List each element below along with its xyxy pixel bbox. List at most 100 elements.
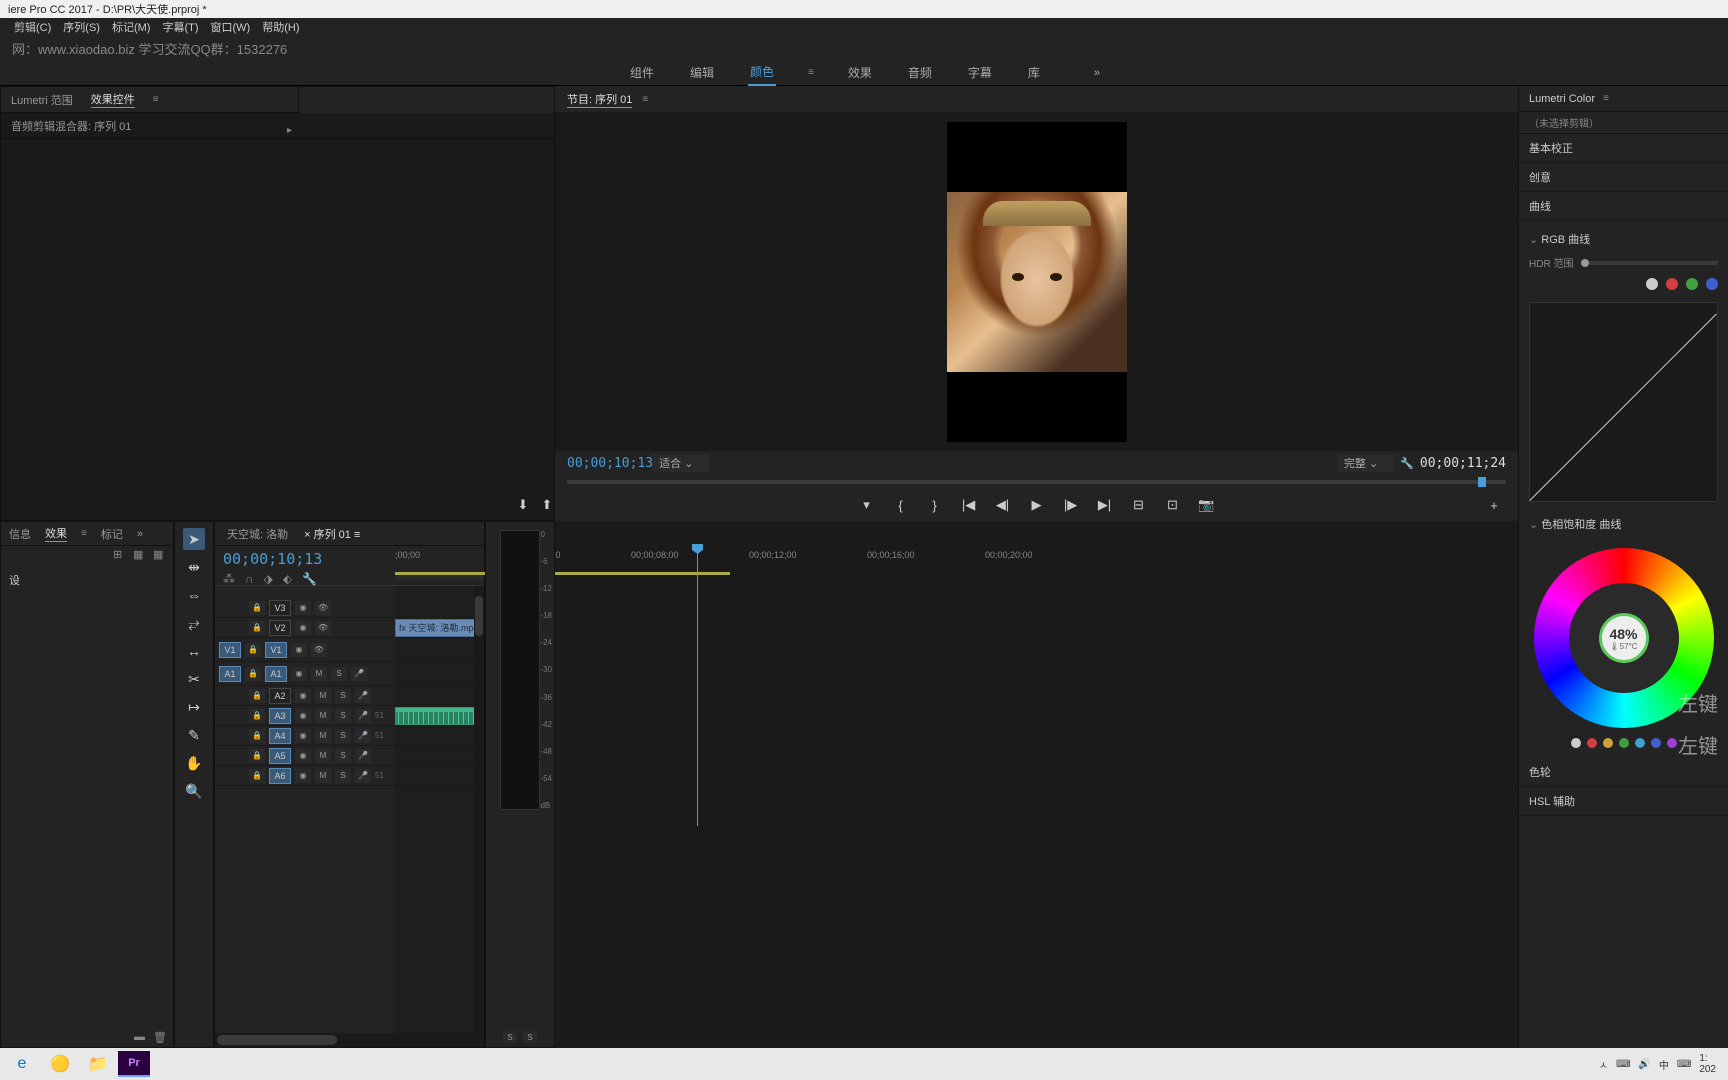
tool-rate[interactable]: ↔ bbox=[183, 640, 205, 662]
tab-overflow[interactable]: » bbox=[137, 528, 143, 540]
track-lanes[interactable]: fx 天空城: 洛勒.mp4 fx 天空城: fx 天空 fx 天空城: bbox=[395, 586, 484, 1033]
ws-menu-icon[interactable]: ≡ bbox=[808, 67, 814, 78]
section-hsl[interactable]: HSL 辅助 bbox=[1519, 787, 1728, 816]
tab-lumetri-scopes[interactable]: Lumetri 范围 bbox=[11, 92, 73, 108]
tool-razor[interactable]: ✂ bbox=[183, 668, 205, 690]
playhead[interactable] bbox=[697, 546, 698, 826]
audio-clip[interactable] bbox=[395, 707, 484, 725]
effects-root[interactable]: 设 bbox=[7, 568, 167, 592]
program-timecode[interactable]: 00;00;10;13 bbox=[567, 456, 653, 471]
tab-effect-controls[interactable]: 效果控件 bbox=[91, 91, 135, 108]
ws-overflow[interactable]: » bbox=[1094, 67, 1100, 79]
menu-marker[interactable]: 标记(M) bbox=[106, 19, 157, 35]
wrench-icon[interactable]: 🔧 bbox=[1400, 457, 1414, 470]
h-scrollbar[interactable] bbox=[217, 1035, 337, 1045]
huesat-header[interactable]: 色相饱和度 曲线 bbox=[1529, 510, 1718, 538]
taskbar-explorer[interactable]: 📁 bbox=[80, 1050, 116, 1078]
marker-icon[interactable]: ⬗ bbox=[264, 572, 273, 586]
solo-left[interactable]: S bbox=[503, 1031, 517, 1043]
tool-pen[interactable]: ✎ bbox=[183, 724, 205, 746]
program-title[interactable]: 节目: 序列 01 bbox=[567, 91, 632, 108]
yuv-icon[interactable]: ▦ bbox=[153, 548, 167, 562]
timeline-timecode[interactable]: 00;00;10;13 bbox=[223, 550, 387, 568]
mark-out-icon[interactable]: { bbox=[893, 497, 909, 513]
program-preview[interactable] bbox=[947, 122, 1127, 442]
tray-ime[interactable]: 中 bbox=[1659, 1057, 1669, 1072]
step-back-icon[interactable]: ◀| bbox=[995, 497, 1011, 513]
ws-captions[interactable]: 字幕 bbox=[966, 60, 994, 85]
quality-dropdown[interactable]: 完整 ⌄ bbox=[1338, 454, 1394, 472]
panel-menu-icon[interactable]: ≡ bbox=[153, 94, 159, 105]
tray-keyboard-icon[interactable]: ⌨ bbox=[1616, 1059, 1630, 1070]
taskbar-browser[interactable]: 🟡 bbox=[42, 1050, 78, 1078]
src-a1[interactable]: A1 bbox=[219, 666, 241, 682]
v-scrollbar[interactable] bbox=[475, 596, 483, 636]
program-scrubber[interactable] bbox=[555, 475, 1518, 489]
ws-editing[interactable]: 编辑 bbox=[688, 60, 716, 85]
go-out-icon[interactable]: ▶| bbox=[1097, 497, 1113, 513]
lift-icon[interactable]: ⊟ bbox=[1131, 497, 1147, 513]
section-curves[interactable]: 曲线 bbox=[1519, 192, 1728, 221]
src-v1[interactable]: V1 bbox=[219, 642, 241, 658]
section-creative[interactable]: 创意 bbox=[1519, 163, 1728, 192]
button-editor-icon[interactable]: + bbox=[1486, 497, 1502, 513]
rgb-curve-editor[interactable] bbox=[1529, 302, 1718, 502]
tool-rolling[interactable]: ⥂ bbox=[183, 612, 205, 634]
rgb-curves-header[interactable]: RGB 曲线 bbox=[1529, 225, 1718, 253]
mark-clip-icon[interactable]: } bbox=[927, 497, 943, 513]
new-bin-icon[interactable]: ▬ bbox=[134, 1031, 145, 1043]
taskbar-premiere[interactable]: Pr bbox=[118, 1051, 150, 1077]
toggle-v3[interactable]: ◉ bbox=[295, 601, 311, 615]
mark-in-icon[interactable]: ▾ bbox=[859, 497, 875, 513]
lock-v3[interactable]: 🔒 bbox=[249, 601, 265, 615]
section-basic[interactable]: 基本校正 bbox=[1519, 134, 1728, 163]
menu-sequence[interactable]: 序列(S) bbox=[57, 19, 106, 35]
solo-right[interactable]: S bbox=[523, 1031, 537, 1043]
settings-icon[interactable]: ⬖ bbox=[283, 572, 292, 586]
wrench-icon[interactable]: 🔧 bbox=[302, 572, 317, 586]
tray-volume-icon[interactable]: 🔊 bbox=[1638, 1059, 1650, 1070]
timeline-tab-1[interactable]: 天空城: 洛勒 bbox=[227, 526, 288, 542]
taskbar-edge[interactable]: e bbox=[4, 1050, 40, 1078]
menu-window[interactable]: 窗口(W) bbox=[205, 19, 257, 35]
step-fwd-icon[interactable]: |▶ bbox=[1063, 497, 1079, 513]
trash-icon[interactable]: 🗑 bbox=[153, 1031, 167, 1044]
insert-icon[interactable]: ⬇ bbox=[515, 497, 531, 513]
timeline-tab-active[interactable]: × 序列 01 ≡ bbox=[304, 526, 360, 542]
clip-1[interactable]: fx 天空城: 洛勒.mp4 bbox=[395, 619, 484, 637]
tool-selection[interactable]: ➤ bbox=[183, 528, 205, 550]
channel-luma[interactable] bbox=[1646, 278, 1658, 290]
play-icon[interactable]: ▶ bbox=[1029, 497, 1045, 513]
menu-title[interactable]: 字幕(T) bbox=[156, 19, 204, 35]
ws-audio[interactable]: 音频 bbox=[906, 60, 934, 85]
ws-color[interactable]: 颜色 bbox=[748, 59, 776, 86]
tray-clock[interactable]: 1:202 bbox=[1699, 1053, 1716, 1075]
expand-icon[interactable]: ▸ bbox=[287, 125, 292, 136]
folder-icon[interactable]: ▦ bbox=[133, 548, 147, 562]
tab-info[interactable]: 信息 bbox=[9, 526, 31, 542]
channel-green[interactable] bbox=[1686, 278, 1698, 290]
overwrite-icon[interactable]: ⬆ bbox=[539, 497, 555, 513]
snap-icon[interactable]: ⁂ bbox=[223, 572, 235, 586]
preset-icon[interactable]: ⊞ bbox=[113, 548, 127, 562]
channel-blue[interactable] bbox=[1706, 278, 1718, 290]
tool-ripple[interactable]: ⇔ bbox=[183, 584, 205, 606]
channel-red[interactable] bbox=[1666, 278, 1678, 290]
tool-hand[interactable]: ✋ bbox=[183, 752, 205, 774]
tool-zoom[interactable]: 🔍 bbox=[183, 780, 205, 802]
ws-effects[interactable]: 效果 bbox=[846, 60, 874, 85]
tool-slip[interactable]: ↦ bbox=[183, 696, 205, 718]
extract-icon[interactable]: ⊡ bbox=[1165, 497, 1181, 513]
zoom-dropdown[interactable]: 适合 ⌄ bbox=[653, 454, 709, 472]
menu-help[interactable]: 帮助(H) bbox=[256, 19, 305, 35]
tray-up-icon[interactable]: ㅅ bbox=[1599, 1057, 1608, 1072]
hdr-slider[interactable] bbox=[1581, 261, 1718, 265]
section-wheels[interactable]: 色轮 bbox=[1519, 758, 1728, 787]
go-in-icon[interactable]: |◀ bbox=[961, 497, 977, 513]
tool-track-select[interactable]: ⇹ bbox=[183, 556, 205, 578]
menu-clip[interactable]: 剪辑(C) bbox=[8, 19, 57, 35]
tab-audio-mixer[interactable]: 音频剪辑混合器: 序列 01 bbox=[11, 118, 131, 134]
ws-assembly[interactable]: 组件 bbox=[628, 60, 656, 85]
tray-ime2-icon[interactable]: ⌨ bbox=[1677, 1059, 1691, 1070]
link-icon[interactable]: ∩ bbox=[245, 572, 254, 586]
